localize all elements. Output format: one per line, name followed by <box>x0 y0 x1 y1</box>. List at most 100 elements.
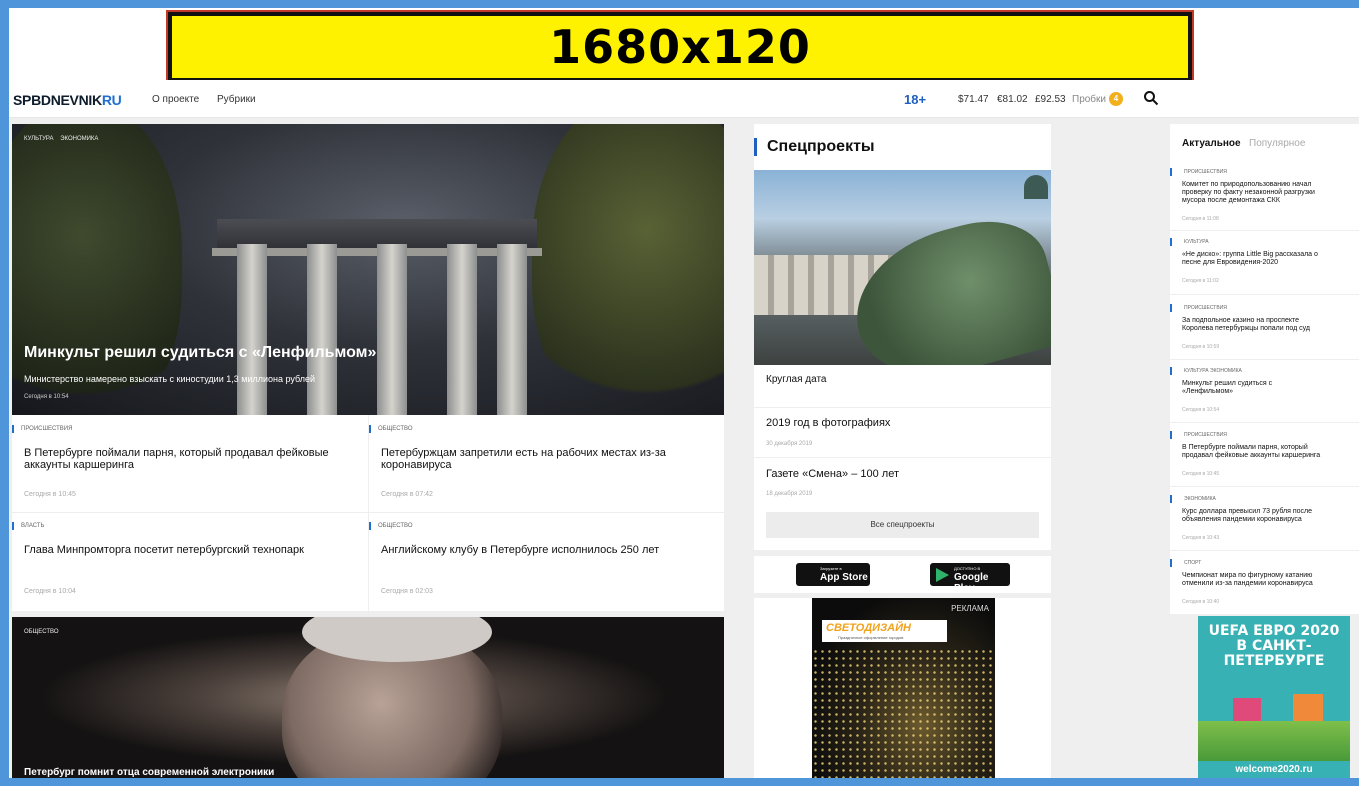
news-cards-grid: ПРОИСШЕСТВИЯ В Петербурге поймали парня,… <box>12 415 724 611</box>
hero2-title[interactable]: Петербург помнит отца современной электр… <box>24 767 274 778</box>
feed-title[interactable]: Чемпионат мира по фигурному катанию отме… <box>1182 572 1359 588</box>
google-play-small-label: ДОСТУПНО В <box>954 566 981 571</box>
divider <box>12 512 724 513</box>
app-badges: Загрузите в App Store ДОСТУПНО В Google … <box>754 556 1051 594</box>
tab-popular[interactable]: Популярное <box>1249 138 1305 149</box>
feed-title[interactable]: В Петербурге поймали парня, который прод… <box>1182 444 1359 460</box>
ad-mark: РЕКЛАМА <box>951 604 989 613</box>
feed-rubric[interactable]: СПОРТ <box>1170 559 1201 567</box>
featured-article[interactable]: КУЛЬТУРА ЭКОНОМИКА Минкульт решил судить… <box>12 124 724 415</box>
feed-title[interactable]: Комитет по природопользованию начал пров… <box>1182 181 1359 205</box>
feed-time: Сегодня в 10:43 <box>1182 535 1220 541</box>
google-play-button[interactable]: ДОСТУПНО В Google Play <box>930 563 1010 594</box>
hero-lead: Министерство намерено взыскать с киносту… <box>24 374 315 384</box>
card-rubric[interactable]: ОБЩЕСТВО <box>369 425 709 433</box>
feed-title[interactable]: Курс доллара превысил 73 рубля после объ… <box>1182 508 1359 524</box>
feed-title[interactable]: «Не диско»: группа Little Big рассказала… <box>1182 251 1359 267</box>
feed-time: Сегодня в 11:02 <box>1182 278 1219 284</box>
divider <box>1170 550 1359 551</box>
divider <box>1170 359 1359 360</box>
photo-dome <box>1024 175 1048 199</box>
ad-lights <box>812 648 995 778</box>
traffic-jams-label[interactable]: Пробки <box>1072 94 1106 105</box>
hero2-tag[interactable]: ОБЩЕСТВО <box>24 629 59 635</box>
nav-rubrics[interactable]: Рубрики <box>217 94 256 105</box>
gbp-rate: £92.53 <box>1035 94 1066 105</box>
hero-tags: КУЛЬТУРА ЭКОНОМИКА <box>24 136 103 142</box>
card-time: Сегодня в 07:42 <box>381 491 433 498</box>
logo-part-ru: RU <box>101 92 122 108</box>
all-special-projects-button[interactable]: Все спецпроекты <box>766 512 1039 538</box>
special-projects-title: Спецпроекты <box>754 138 875 156</box>
ad-banner-placeholder[interactable]: 1680x120 <box>166 10 1194 84</box>
card-title[interactable]: В Петербурге поймали парня, который прод… <box>12 447 352 471</box>
ad-brand: СВЕТОДИЗАЙН <box>826 622 911 634</box>
usd-rate: $71.47 <box>958 94 989 105</box>
feed-rubric[interactable]: ЭКОНОМИКА <box>1170 495 1216 503</box>
app-store-label: App Store <box>820 572 868 583</box>
eur-rate: €81.02 <box>997 94 1028 105</box>
euro-bridge <box>1198 721 1350 761</box>
hero-photo-columns <box>227 244 527 415</box>
photo-angel-statue <box>839 206 1051 365</box>
card-rubric[interactable]: ВЛАСТЬ <box>12 522 352 530</box>
special-project-item[interactable]: 2019 год в фотографиях <box>766 417 890 429</box>
special-project-item[interactable]: Круглая дата <box>766 374 827 385</box>
ad-svetodizain[interactable]: СВЕТОДИЗАЙН Праздничное оформление город… <box>812 598 995 778</box>
nav-about[interactable]: О проекте <box>152 94 199 105</box>
feed-rubric[interactable]: ПРОИСШЕСТВИЯ <box>1170 304 1227 312</box>
hero-photo-tree <box>532 124 724 415</box>
special-project-date: 30 декабря 2019 <box>766 441 813 447</box>
age-rating: 18+ <box>904 92 927 107</box>
feed-title[interactable]: Минкульт решил судиться с «Ленфильмом» <box>1182 380 1359 396</box>
divider <box>1170 230 1359 231</box>
special-project-photo[interactable] <box>754 170 1051 365</box>
special-project-item[interactable]: Газете «Смена» – 100 лет <box>766 468 899 480</box>
feed-rubric[interactable]: КУЛЬТУРА ЭКОНОМИКА <box>1170 367 1242 375</box>
news-card[interactable]: ПРОИСШЕСТВИЯ В Петербурге поймали парня,… <box>12 425 352 498</box>
euro2020-banner[interactable]: UEFA ЕВРО 2020 В САНКТ- ПЕТЕРБУРГЕ welco… <box>1198 616 1350 778</box>
feed-time: Сегодня в 10:45 <box>1182 471 1220 477</box>
divider <box>1170 294 1359 295</box>
site-logo[interactable]: SPBDNEVNIKRU <box>13 92 122 108</box>
euro-title: UEFA ЕВРО 2020 В САНКТ- ПЕТЕРБУРГЕ <box>1208 623 1340 669</box>
special-project-date: 18 декабря 2019 <box>766 491 813 497</box>
tag-economy[interactable]: ЭКОНОМИКА <box>60 136 98 142</box>
google-play-label: Google Play <box>954 572 989 594</box>
feed-time: Сегодня в 10:59 <box>1182 344 1220 350</box>
ad-logo-band: СВЕТОДИЗАЙН Праздничное оформление город… <box>822 620 947 642</box>
logo-part-spb: SPB <box>13 92 41 108</box>
feed-rubric[interactable]: КУЛЬТУРА <box>1170 238 1209 246</box>
card-rubric[interactable]: ОБЩЕСТВО <box>369 522 709 530</box>
feed-time: Сегодня в 10:54 <box>1182 407 1220 413</box>
search-icon[interactable] <box>1143 90 1159 106</box>
banner-size-text: 1680x120 <box>549 20 811 74</box>
euro-url: welcome2020.ru <box>1235 764 1313 775</box>
app-store-small-label: Загрузите в <box>820 566 842 571</box>
special-projects: Спецпроекты Круглая дата 2019 год в фото… <box>754 124 1051 550</box>
card-time: Сегодня в 10:04 <box>24 588 76 595</box>
site-header: SPBDNEVNIKRU О проекте Рубрики 18+ $71.4… <box>9 80 1359 118</box>
card-title[interactable]: Петербуржцам запретили есть на рабочих м… <box>369 447 709 471</box>
card-title[interactable]: Глава Минпромторга посетит петербургский… <box>12 544 352 556</box>
secondary-article[interactable]: ОБЩЕСТВО Петербург помнит отца современн… <box>12 617 724 778</box>
logo-part-dnevnik: DNEVNIK <box>40 92 102 108</box>
news-card[interactable]: ОБЩЕСТВО Английскому клубу в Петербурге … <box>369 522 709 595</box>
card-title[interactable]: Английскому клубу в Петербурге исполнило… <box>369 544 709 556</box>
news-card[interactable]: ВЛАСТЬ Глава Минпромторга посетит петерб… <box>12 522 352 595</box>
divider <box>1170 422 1359 423</box>
card-rubric[interactable]: ПРОИСШЕСТВИЯ <box>12 425 352 433</box>
hero-time: Сегодня в 10:54 <box>24 394 69 400</box>
news-card[interactable]: ОБЩЕСТВО Петербуржцам запретили есть на … <box>369 425 709 498</box>
app-store-button[interactable]: Загрузите в App Store <box>796 563 870 586</box>
tab-actual[interactable]: Актуальное <box>1182 138 1241 149</box>
hero-title[interactable]: Минкульт решил судиться с «Ленфильмом» <box>24 344 376 362</box>
news-feed: Актуальное Популярное ПРОИСШЕСТВИЯ Комит… <box>1170 124 1359 614</box>
traffic-jams-badge: 4 <box>1109 92 1123 106</box>
feed-rubric[interactable]: ПРОИСШЕСТВИЯ <box>1170 431 1227 439</box>
feed-rubric[interactable]: ПРОИСШЕСТВИЯ <box>1170 168 1227 176</box>
tag-culture[interactable]: КУЛЬТУРА <box>24 136 54 142</box>
feed-time: Сегодня в 11:08 <box>1182 216 1219 222</box>
hero-photo-tree <box>12 124 182 415</box>
feed-title[interactable]: За подпольное казино на проспекте Короле… <box>1182 317 1359 333</box>
